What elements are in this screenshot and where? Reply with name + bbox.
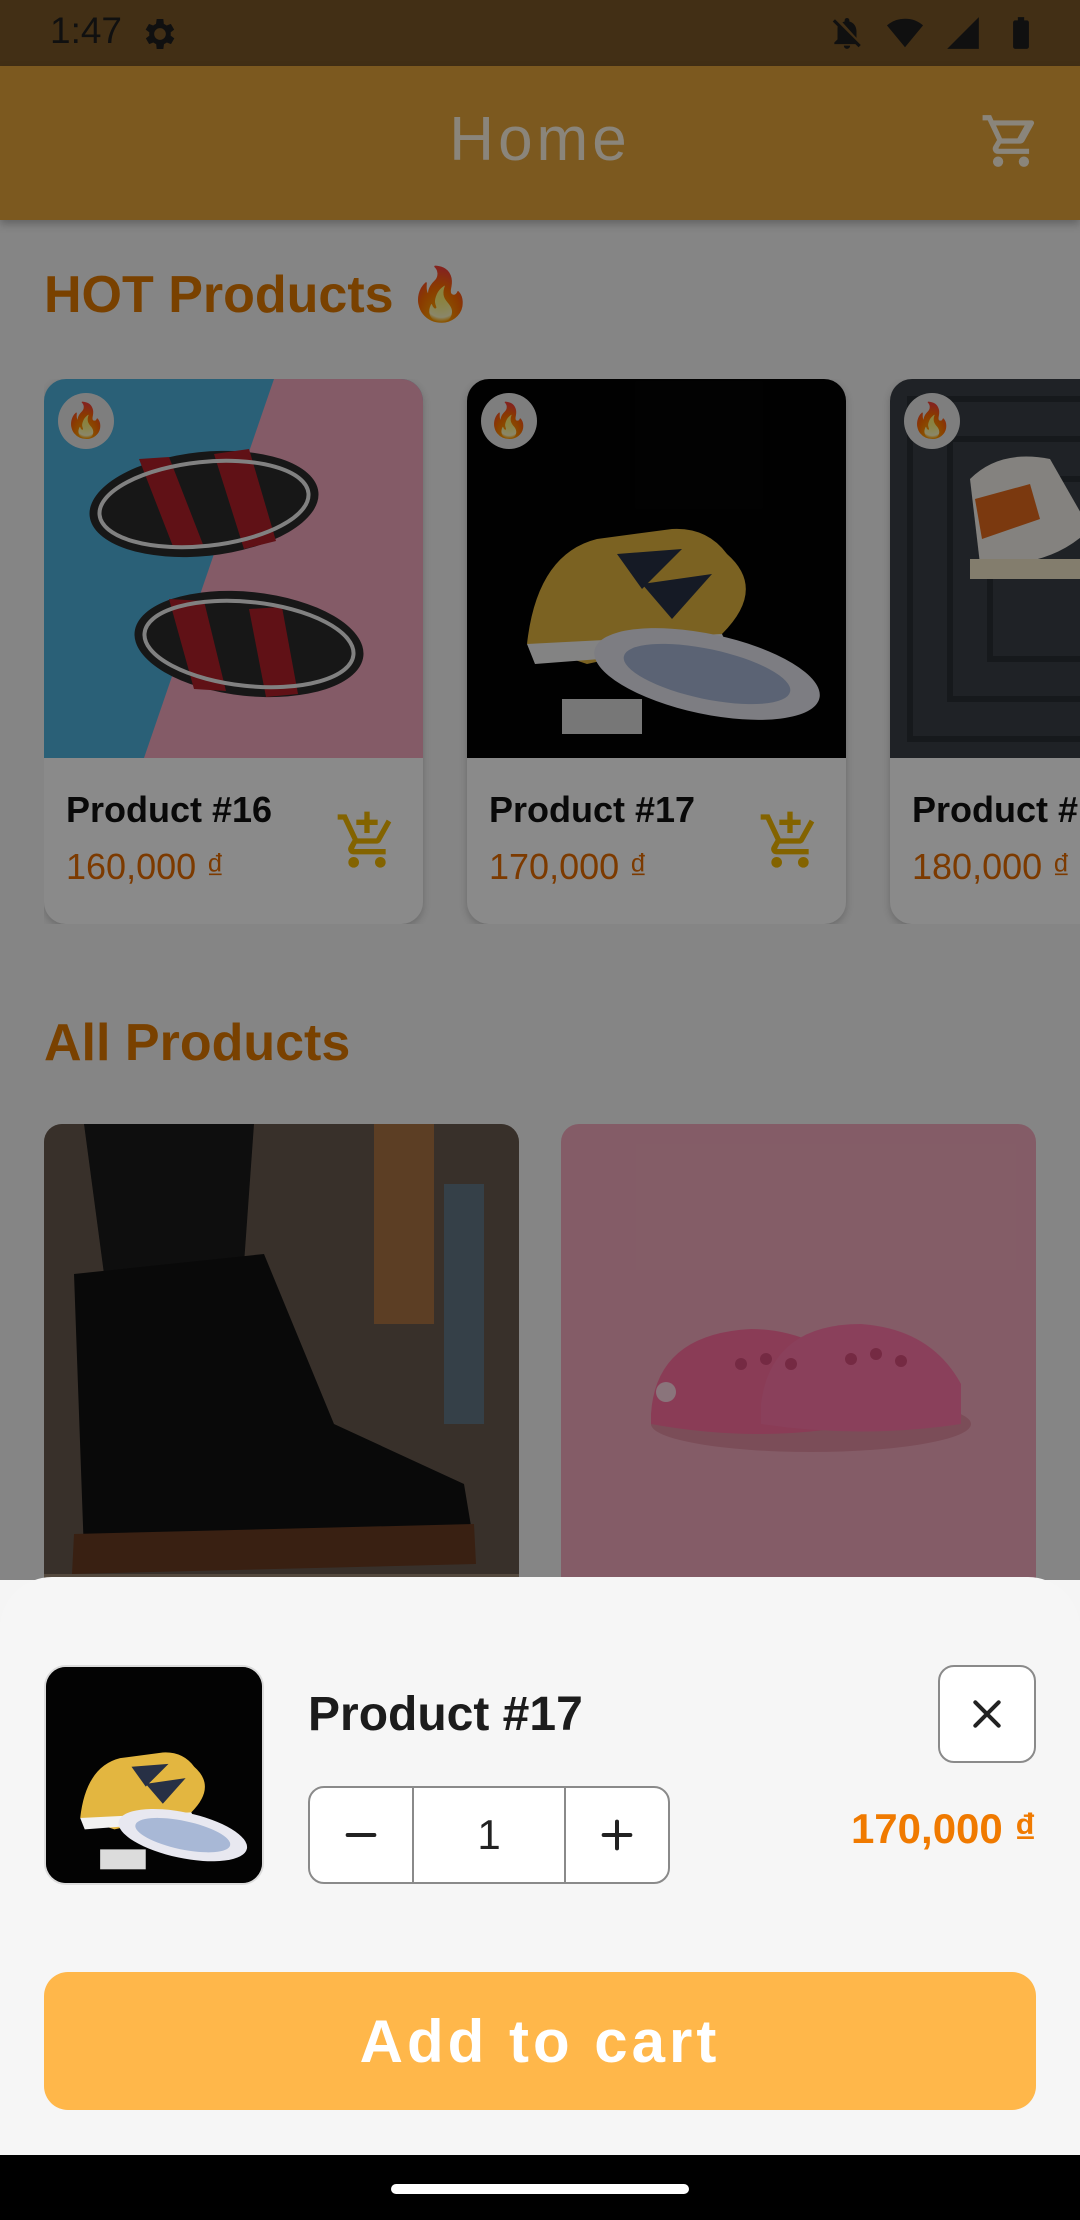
add-to-cart-button[interactable]: Add to cart [44, 1972, 1036, 2110]
decrease-button[interactable] [310, 1788, 412, 1882]
product-thumbnail [44, 1665, 264, 1885]
modal-scrim[interactable] [0, 0, 1080, 1580]
close-icon [973, 1700, 1001, 1728]
sheet-product-name: Product #17 [308, 1688, 583, 1741]
close-button[interactable] [938, 1665, 1036, 1763]
plus-icon [601, 1819, 633, 1851]
quantity-value[interactable]: 1 [412, 1788, 566, 1882]
quantity-stepper[interactable]: 1 [308, 1786, 670, 1884]
sheet-product-price: 170,000 ₫ [850, 1805, 1036, 1852]
system-nav-bar [0, 2155, 1080, 2220]
increase-button[interactable] [566, 1788, 668, 1882]
add-to-cart-sheet: Product #17 1 170,000 ₫ Add to cart [0, 1577, 1080, 2155]
minus-icon [345, 1833, 377, 1837]
home-gesture-handle[interactable] [391, 2184, 689, 2194]
